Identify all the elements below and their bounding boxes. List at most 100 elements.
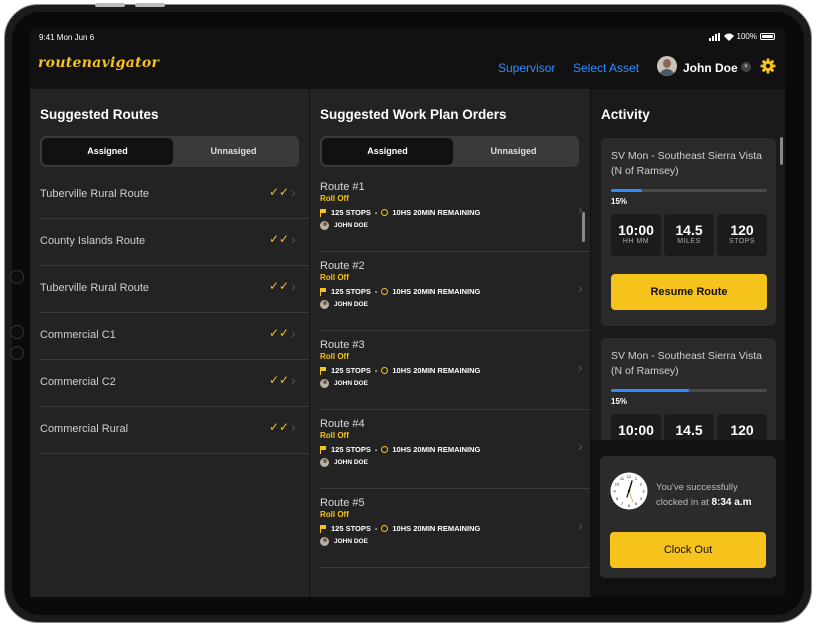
driver-name: JOHN DOE: [334, 459, 368, 466]
select-asset-link[interactable]: Select Asset: [573, 61, 639, 75]
order-type: Roll Off: [320, 431, 349, 440]
driver-name: JOHN DOE: [334, 222, 368, 229]
list-item[interactable]: Tuberville Rural Route ✓✓ ›: [40, 173, 309, 219]
list-item[interactable]: Route #1 Roll Off 125 STOPS - 10HS 20MIN…: [320, 173, 590, 252]
list-item[interactable]: Commercial C1 ✓✓ ›: [40, 314, 309, 360]
list-item[interactable]: County Islands Route ✓✓ ›: [40, 220, 309, 266]
resume-route-button[interactable]: Resume Route: [611, 274, 767, 310]
order-stops: 125 STOPS: [331, 445, 371, 454]
panel-title: Activity: [601, 107, 650, 122]
avatar: [320, 537, 329, 546]
list-item[interactable]: Route #5 Roll Off 125 STOPS - 10HS 20MIN…: [320, 489, 590, 568]
driver-name: JOHN DOE: [334, 301, 368, 308]
stat-miles: 14.5 MILES: [664, 214, 714, 256]
tab-unassigned[interactable]: Unnasiged: [168, 138, 299, 165]
stat-value: 10:00: [618, 422, 654, 438]
chevron-right-icon: ›: [291, 278, 296, 294]
orders-segmented-control: Assigned Unnasiged: [320, 136, 579, 167]
supervisor-link[interactable]: Supervisor: [498, 61, 555, 75]
order-type: Roll Off: [320, 273, 349, 282]
timer-icon: [381, 446, 389, 453]
route-name: Commercial C1: [40, 329, 116, 341]
progress-bar: [611, 389, 767, 392]
avatar: [320, 458, 329, 467]
order-remaining: 10HS 20MIN REMAINING: [392, 287, 481, 296]
chevron-right-icon: ›: [578, 280, 583, 296]
route-name: Commercial C2: [40, 376, 116, 388]
status-bar: 9:41 Mon Jun 6 100%: [30, 29, 785, 45]
double-check-icon: ✓✓: [269, 420, 290, 434]
timer-icon: [381, 525, 389, 532]
suggested-routes-panel: Suggested Routes Assigned Unnasiged Tube…: [30, 89, 309, 597]
progress-percent: 15%: [611, 397, 628, 406]
order-driver: JOHN DOE: [320, 537, 368, 546]
order-stops: 125 STOPS: [331, 208, 371, 217]
chevron-right-icon: ›: [291, 231, 296, 247]
clock-in-card: 12 3 6 9 1245 7 8 10 11 You've successfully cl…: [600, 456, 776, 578]
order-title: Route #5: [320, 497, 365, 509]
list-item[interactable]: Commercial C2 ✓✓ ›: [40, 361, 309, 407]
flag-icon: [320, 366, 327, 375]
double-check-icon: ✓✓: [269, 232, 290, 246]
separator: -: [374, 366, 378, 375]
progress-fill: [611, 189, 643, 192]
user-name[interactable]: John Doe: [683, 61, 738, 75]
route-name: County Islands Route: [40, 235, 146, 247]
stat-label: MILES: [677, 238, 701, 245]
list-item[interactable]: Route #3 Roll Off 125 STOPS - 10HS 20MIN…: [320, 331, 590, 410]
order-driver: JOHN DOE: [320, 221, 368, 230]
stat-label: STOPS: [728, 238, 756, 245]
scrollbar[interactable]: [582, 212, 585, 242]
order-remaining: 10HS 20MIN REMAINING: [392, 445, 481, 454]
separator: -: [374, 287, 378, 296]
list-item[interactable]: Tuberville Rural Route ✓✓ ›: [40, 267, 309, 313]
scrollbar[interactable]: [780, 137, 783, 165]
order-meta: 125 STOPS - 10HS 20MIN REMAINING: [320, 208, 480, 217]
chevron-right-icon: ›: [578, 517, 583, 533]
driver-name: JOHN DOE: [334, 538, 368, 545]
list-item[interactable]: Route #2 Roll Off 125 STOPS - 10HS 20MIN…: [320, 252, 590, 331]
stat-stops: 120 STOPS: [717, 214, 767, 256]
tab-assigned[interactable]: Assigned: [42, 138, 173, 165]
clock-out-button[interactable]: Clock Out: [610, 532, 766, 568]
volume-button: [95, 3, 125, 7]
double-check-icon: ✓✓: [269, 326, 290, 340]
progress-fill: [611, 389, 689, 392]
list-item[interactable]: Route #4 Roll Off 125 STOPS - 10HS 20MIN…: [320, 410, 590, 489]
route-name: Commercial Rural: [40, 423, 129, 435]
chevron-right-icon: ›: [578, 359, 583, 375]
chevron-right-icon: ›: [291, 325, 296, 341]
activity-route-title: SV Mon - Southeast Sierra Vista (N of Ra…: [611, 150, 762, 177]
avatar[interactable]: [657, 56, 677, 76]
chevron-right-icon: ›: [291, 419, 296, 435]
avatar: [320, 300, 329, 309]
order-type: Roll Off: [320, 194, 349, 203]
order-stops: 125 STOPS: [331, 524, 371, 533]
clock-in-line2: clocked in at: [656, 497, 709, 508]
flag-icon: [320, 524, 327, 533]
flag-icon: [320, 208, 327, 217]
stat-value: 10:00: [618, 222, 654, 238]
activity-card: SV Mon - Southeast Sierra Vista (N of Ra…: [601, 138, 776, 326]
stat-time: 10:00 HH MM: [611, 214, 661, 256]
progress-bar: [611, 189, 767, 192]
order-meta: 125 STOPS - 10HS 20MIN REMAINING: [320, 445, 480, 454]
clock-in-line1: You've successfully: [656, 482, 738, 493]
chevron-right-icon: ›: [291, 372, 296, 388]
order-title: Route #2: [320, 260, 365, 272]
separator: -: [374, 208, 378, 217]
progress-percent: 15%: [611, 197, 628, 206]
gear-icon[interactable]: [760, 58, 776, 74]
battery-percent: 100%: [736, 32, 757, 41]
order-meta: 125 STOPS - 10HS 20MIN REMAINING: [320, 287, 480, 296]
tab-assigned[interactable]: Assigned: [322, 138, 453, 165]
double-check-icon: ✓✓: [269, 373, 290, 387]
stat-label: HH MM: [622, 238, 650, 245]
avatar: [320, 379, 329, 388]
tab-unassigned[interactable]: Unnasiged: [448, 138, 579, 165]
app-logo: routenavigator: [38, 55, 160, 71]
list-item[interactable]: Commercial Rural ✓✓ ›: [40, 408, 309, 454]
chevron-down-icon[interactable]: ▼: [741, 62, 751, 72]
route-name: Tuberville Rural Route: [40, 282, 150, 294]
svg-text:12: 12: [627, 474, 632, 479]
